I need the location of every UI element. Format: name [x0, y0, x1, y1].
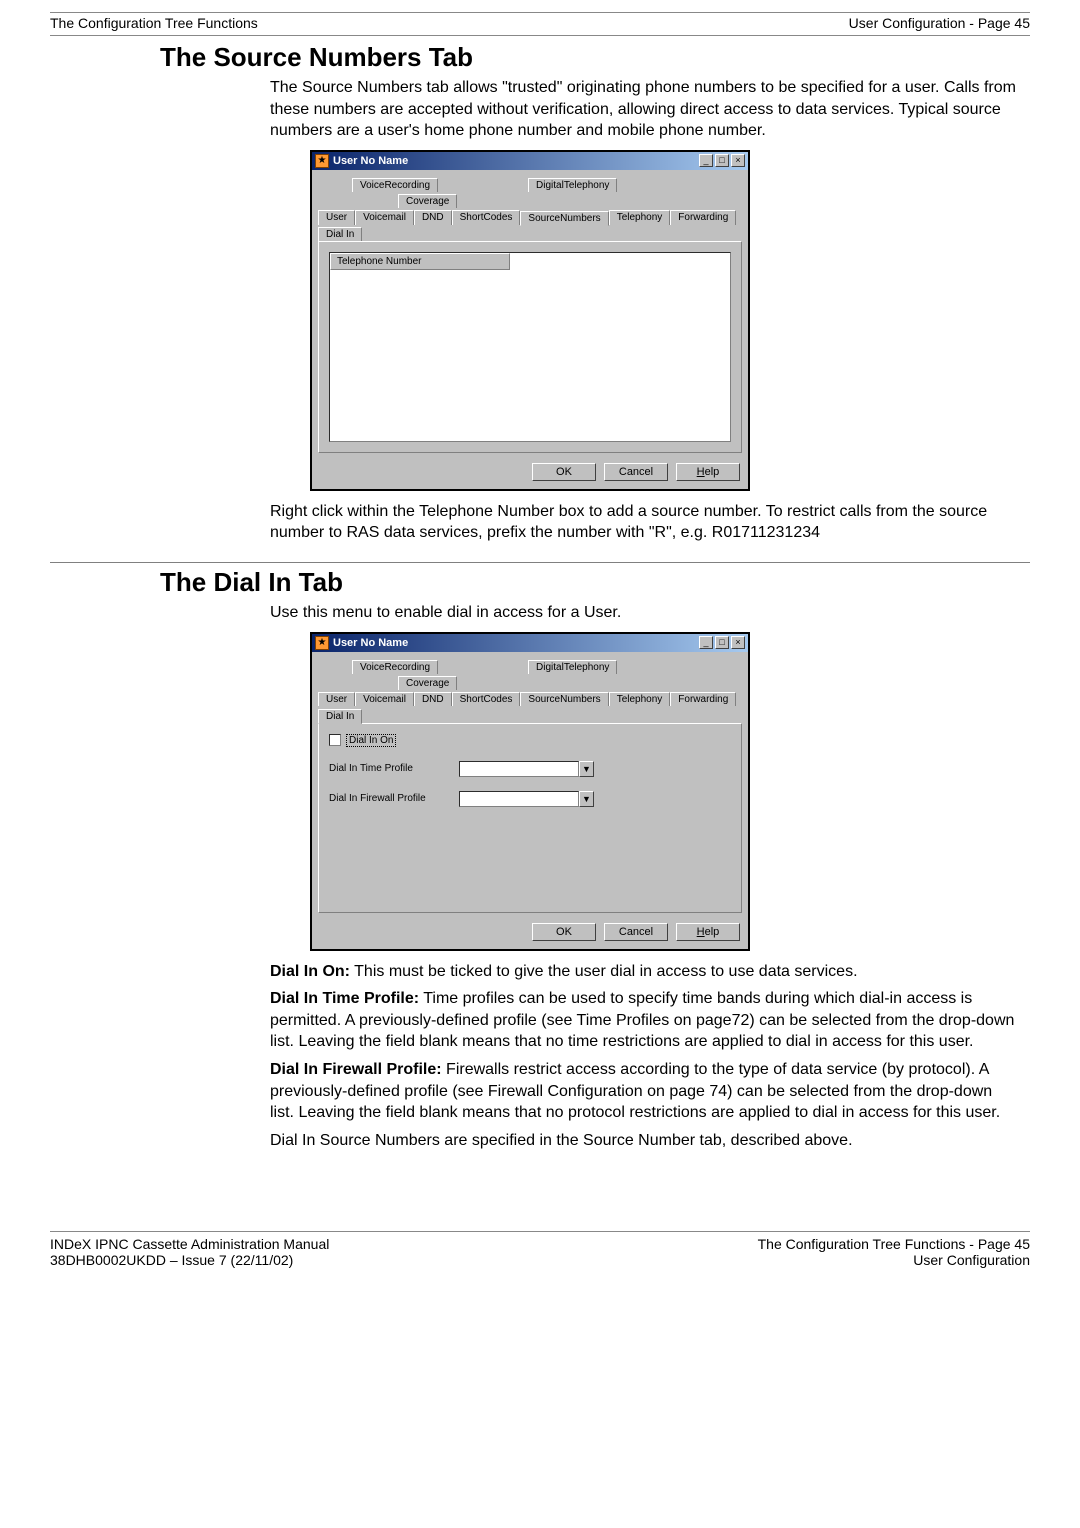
minimize-icon[interactable]: _ [699, 154, 713, 167]
dial-in-on-paragraph: Dial In On: This must be ticked to give … [270, 961, 1020, 983]
tab-dialin[interactable]: Dial In [318, 709, 362, 724]
tab-voicerecording[interactable]: VoiceRecording [352, 178, 438, 192]
section1-p1: The Source Numbers tab allows "trusted" … [270, 77, 1020, 142]
tab-coverage[interactable]: Coverage [398, 194, 457, 208]
header-right: User Configuration - Page 45 [849, 15, 1030, 31]
maximize-icon[interactable]: □ [715, 636, 729, 649]
tab-voicemail[interactable]: Voicemail [355, 692, 414, 706]
chevron-down-icon[interactable]: ▼ [579, 791, 594, 807]
close-icon[interactable]: × [731, 636, 745, 649]
section2-title: The Dial In Tab [160, 567, 1030, 598]
help-button[interactable]: Help [676, 923, 740, 941]
tab-shortcodes[interactable]: ShortCodes [452, 210, 521, 225]
dial-in-on-checkbox[interactable] [329, 734, 341, 746]
section1-p2: Right click within the Telephone Number … [270, 501, 1020, 544]
tab-forwarding[interactable]: Forwarding [670, 210, 736, 225]
footer-left-2: 38DHB0002UKDD – Issue 7 (22/11/02) [50, 1252, 329, 1268]
section1-title: The Source Numbers Tab [160, 42, 1030, 73]
close-icon[interactable]: × [731, 154, 745, 167]
tab-dialin[interactable]: Dial In [318, 227, 362, 241]
tab-coverage[interactable]: Coverage [398, 676, 457, 690]
header-left: The Configuration Tree Functions [50, 15, 258, 31]
tab-voicemail[interactable]: Voicemail [355, 210, 414, 225]
tab-sourcenumbers[interactable]: SourceNumbers [520, 692, 608, 706]
footer-right-2: User Configuration [758, 1252, 1030, 1268]
ok-button[interactable]: OK [532, 463, 596, 481]
dial-in-on-label: Dial In On [346, 734, 396, 747]
minimize-icon[interactable]: _ [699, 636, 713, 649]
tab-digitaltelephony[interactable]: DigitalTelephony [528, 660, 617, 674]
source-numbers-note: Dial In Source Numbers are specified in … [270, 1130, 1020, 1152]
firewall-profile-select[interactable]: ▼ [459, 791, 594, 807]
window-source-numbers: ★ User No Name _ □ × VoiceRecording Digi… [310, 150, 750, 491]
tab-telephony[interactable]: Telephony [609, 210, 671, 225]
time-profile-select[interactable]: ▼ [459, 761, 594, 777]
window-title: User No Name [333, 155, 699, 167]
telephone-number-list[interactable]: Telephone Number [329, 252, 731, 442]
time-profile-label: Dial In Time Profile [329, 763, 459, 774]
chevron-down-icon[interactable]: ▼ [579, 761, 594, 777]
firewall-profile-label: Dial In Firewall Profile [329, 793, 459, 804]
tab-voicerecording[interactable]: VoiceRecording [352, 660, 438, 674]
tab-telephony[interactable]: Telephony [609, 692, 671, 706]
user-icon: ★ [315, 154, 329, 168]
section2-p1: Use this menu to enable dial in access f… [270, 602, 1020, 624]
tab-sourcenumbers[interactable]: SourceNumbers [520, 211, 608, 226]
tab-user[interactable]: User [318, 692, 355, 706]
footer-left-1: INDeX IPNC Cassette Administration Manua… [50, 1236, 329, 1252]
window-dial-in: ★ User No Name _ □ × VoiceRecording Digi… [310, 632, 750, 951]
help-button[interactable]: Help [676, 463, 740, 481]
cancel-button[interactable]: Cancel [604, 463, 668, 481]
window-title: User No Name [333, 637, 699, 649]
user-icon: ★ [315, 636, 329, 650]
titlebar[interactable]: ★ User No Name _ □ × [312, 634, 748, 652]
cancel-button[interactable]: Cancel [604, 923, 668, 941]
tab-dnd[interactable]: DND [414, 692, 452, 706]
tab-dnd[interactable]: DND [414, 210, 452, 225]
maximize-icon[interactable]: □ [715, 154, 729, 167]
firewall-profile-paragraph: Dial In Firewall Profile: Firewalls rest… [270, 1059, 1020, 1124]
tab-shortcodes[interactable]: ShortCodes [452, 692, 521, 706]
tab-user[interactable]: User [318, 210, 355, 225]
time-profile-paragraph: Dial In Time Profile: Time profiles can … [270, 988, 1020, 1053]
tab-forwarding[interactable]: Forwarding [670, 692, 736, 706]
footer-right-1: The Configuration Tree Functions - Page … [758, 1236, 1030, 1252]
titlebar[interactable]: ★ User No Name _ □ × [312, 152, 748, 170]
tab-digitaltelephony[interactable]: DigitalTelephony [528, 178, 617, 192]
list-column-header[interactable]: Telephone Number [330, 253, 510, 270]
ok-button[interactable]: OK [532, 923, 596, 941]
